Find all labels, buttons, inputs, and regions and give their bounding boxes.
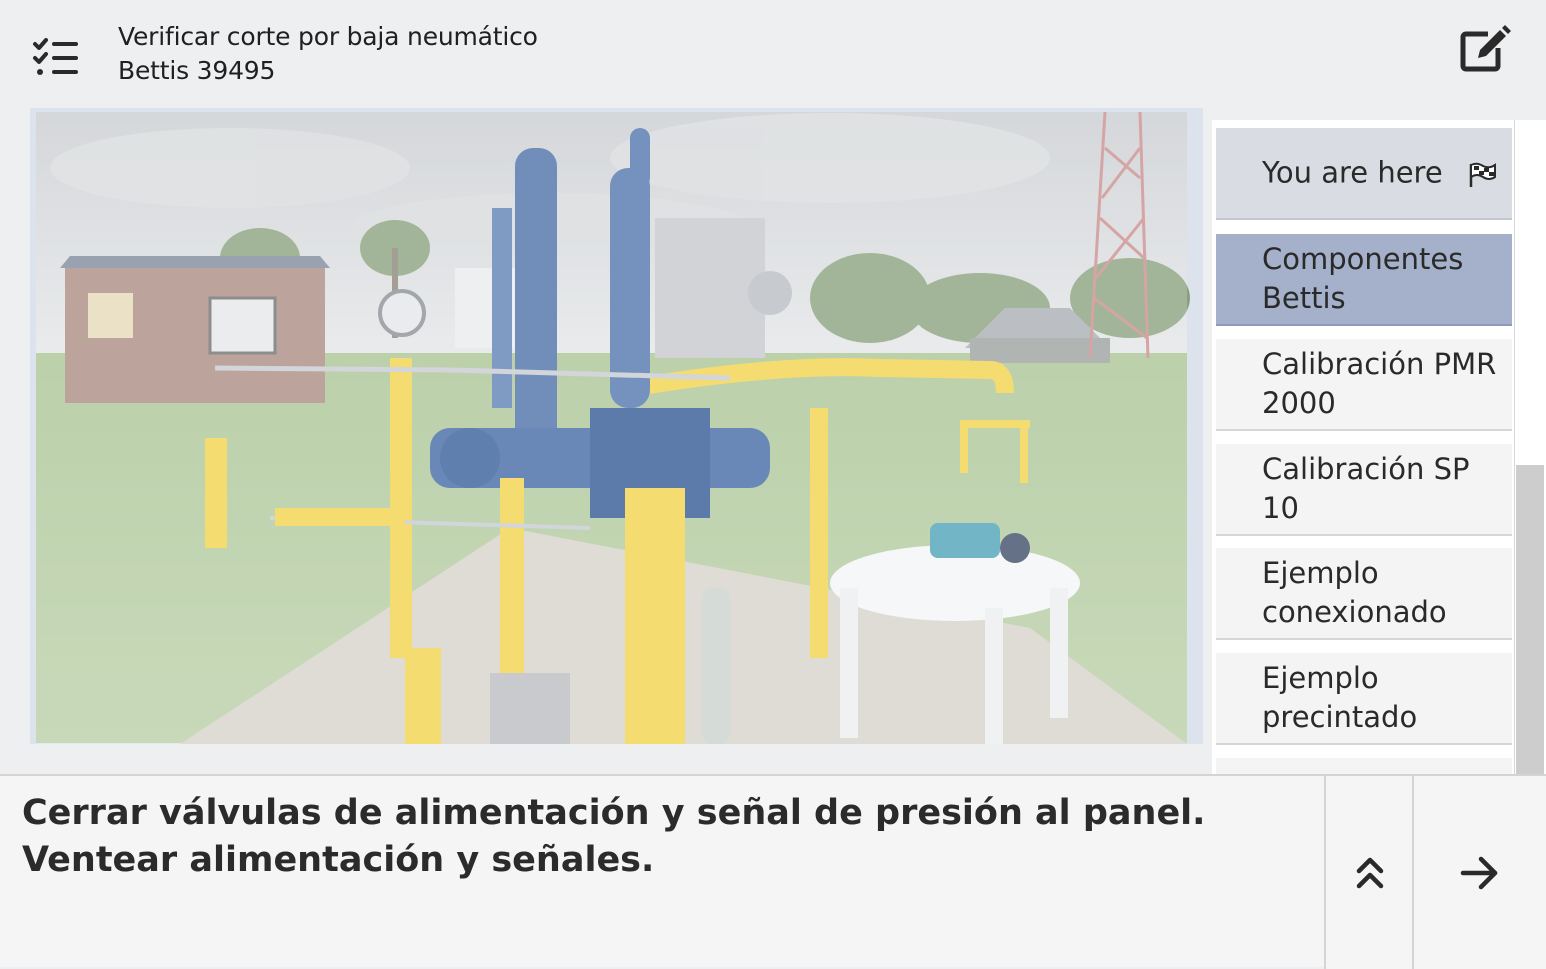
nav-item-label: You are here <box>1262 155 1443 190</box>
next-button[interactable] <box>1412 776 1546 969</box>
arrow-right-icon <box>1460 856 1498 889</box>
double-chevron-up-icon <box>1356 857 1384 888</box>
header: Verificar corte por baja neumático Betti… <box>0 0 1546 100</box>
collapse-button[interactable] <box>1324 776 1414 969</box>
nav-item-ejemplo-precintado[interactable]: Ejemplo precintado <box>1216 653 1512 745</box>
checklist-icon[interactable] <box>30 36 82 80</box>
nav-item-label: Componentes Bettis <box>1262 242 1464 315</box>
main-photo <box>30 108 1203 744</box>
edit-icon[interactable] <box>1458 24 1512 74</box>
nav-item-next[interactable] <box>1216 758 1512 775</box>
nav-scrollbar-thumb[interactable] <box>1516 465 1544 775</box>
page-title: Verificar corte por baja neumático Betti… <box>118 20 538 88</box>
gas-station-photo <box>36 111 1190 744</box>
nav-item-calibracion-pmr-2000[interactable]: Calibración PMR 2000 <box>1216 339 1512 431</box>
title-line-2: Bettis 39495 <box>118 56 276 85</box>
nav-item-label: Calibración SP 10 <box>1262 452 1470 525</box>
nav-item-ejemplo-conexionado[interactable]: Ejemplo conexionado <box>1216 548 1512 640</box>
nav-item-you-are-here[interactable]: You are here <box>1216 128 1512 220</box>
step-navigation-panel: You are here Componentes Bettis Calibrac… <box>1212 120 1546 775</box>
nav-item-label: Ejemplo conexionado <box>1262 556 1447 629</box>
nav-item-label: Calibración PMR 2000 <box>1262 347 1497 420</box>
nav-item-calibracion-sp-10[interactable]: Calibración SP 10 <box>1216 444 1512 536</box>
instruction-bar: Cerrar válvulas de alimentación y señal … <box>0 774 1546 969</box>
nav-item-label: Ejemplo precintado <box>1262 661 1418 734</box>
step-instruction: Cerrar válvulas de alimentación y señal … <box>22 793 1206 880</box>
title-line-1: Verificar corte por baja neumático <box>118 22 538 51</box>
nav-item-componentes-bettis[interactable]: Componentes Bettis <box>1216 234 1512 326</box>
checkered-flag-icon <box>1468 162 1498 188</box>
